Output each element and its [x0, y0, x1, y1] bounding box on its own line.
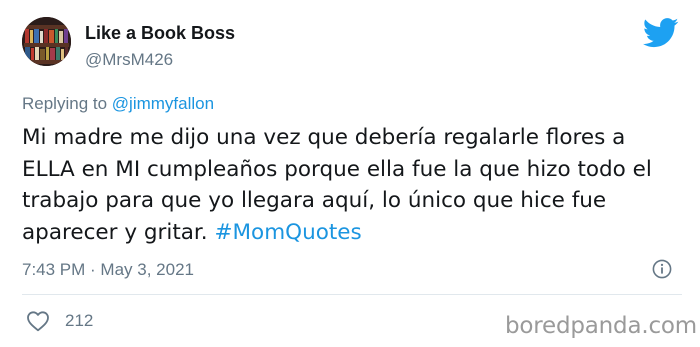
- watermark: boredpanda.com: [505, 313, 697, 339]
- twitter-bird-icon[interactable]: [643, 18, 679, 48]
- author-name[interactable]: Like a Book Boss: [85, 23, 235, 44]
- reply-context: Replying to @jimmyfallon: [22, 94, 214, 114]
- divider: [22, 294, 682, 295]
- heart-icon[interactable]: [26, 310, 50, 332]
- author-handle[interactable]: @MrsM426: [85, 50, 173, 70]
- hashtag-link[interactable]: #MomQuotes: [214, 220, 361, 245]
- like-count[interactable]: 212: [65, 311, 93, 331]
- reply-prefix: Replying to: [22, 94, 112, 113]
- tweet-text: Mi madre me dijo una vez que debería reg…: [22, 122, 682, 248]
- tweet-timestamp[interactable]: 7:43 PM · May 3, 2021: [22, 260, 194, 280]
- avatar[interactable]: [22, 17, 71, 66]
- avatar-image: [22, 17, 71, 66]
- info-icon[interactable]: [652, 259, 672, 279]
- reply-mention-link[interactable]: @jimmyfallon: [112, 94, 214, 113]
